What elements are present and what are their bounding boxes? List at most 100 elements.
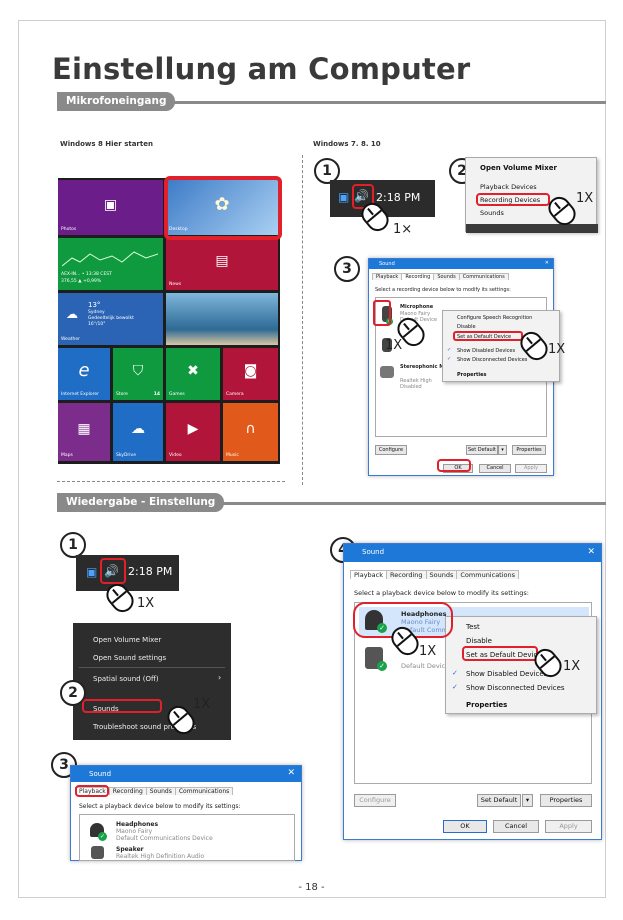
highlight-set-default — [453, 331, 523, 341]
menu-item-spatial-sound[interactable]: Spatial sound (Off) — [93, 675, 159, 683]
tab-playback[interactable]: Playback — [350, 570, 388, 579]
finance-text: 376,55 ▲ +0,99% — [61, 279, 102, 284]
dialog-instruction: Select a playback device below to modify… — [354, 589, 529, 597]
menu-item-volume-mixer[interactable]: Open Volume Mixer — [93, 636, 161, 644]
network-icon[interactable]: ▣ — [338, 190, 349, 204]
tile-label: Video — [169, 453, 182, 458]
tile-photos[interactable]: ▣ Photos — [58, 180, 163, 235]
menu-item-show-disconnected[interactable]: Show Disconnected Devices — [466, 684, 565, 692]
apply-button[interactable]: Apply — [515, 464, 547, 473]
close-icon[interactable]: ✕ — [545, 260, 549, 266]
dropdown-arrow-icon[interactable]: ▾ — [522, 794, 533, 807]
device-detail: Realtek High Definition Audio — [116, 853, 205, 860]
set-default-button[interactable]: Set Default — [466, 445, 498, 455]
menu-item-disable[interactable]: Disable — [466, 637, 492, 645]
device-name[interactable]: Speaker — [116, 846, 144, 853]
tile-finance[interactable]: AEX-IN... • 13:38 CEST 376,55 ▲ +0,99% — [58, 238, 163, 290]
device-name[interactable]: Microphone — [400, 304, 433, 310]
tile-music[interactable]: ∩ Music — [223, 403, 278, 461]
store-icon: ⛉ — [132, 363, 144, 380]
configure-button[interactable]: Configure — [375, 445, 407, 455]
highlight-sounds — [82, 699, 162, 713]
menu-item-test[interactable]: Test — [466, 623, 480, 631]
cancel-button[interactable]: Cancel — [493, 820, 539, 833]
store-badge: 14 — [153, 392, 160, 397]
tab-recording[interactable]: Recording — [108, 787, 147, 795]
configure-button[interactable]: Configure — [354, 794, 396, 807]
tab-sounds[interactable]: Sounds — [145, 787, 176, 795]
tile-landscape[interactable] — [166, 293, 278, 345]
page-number: - 18 - — [298, 882, 325, 893]
tile-label: News — [169, 282, 182, 287]
tile-news[interactable]: ▤ News — [166, 238, 278, 290]
tile-store[interactable]: ⛉ Store 14 — [113, 348, 163, 400]
tab-sounds[interactable]: Sounds — [433, 273, 460, 280]
highlight-playback-tab — [75, 785, 109, 797]
apply-button[interactable]: Apply — [545, 820, 592, 833]
tile-label: Music — [226, 453, 239, 458]
check-icon: ✓ — [452, 669, 458, 677]
properties-button[interactable]: Properties — [512, 445, 546, 455]
tab-communications[interactable]: Communications — [456, 570, 520, 579]
step-number: 3 — [334, 256, 360, 282]
highlight-microphone — [373, 300, 391, 326]
properties-button[interactable]: Properties — [540, 794, 592, 807]
cloud-icon: ☁ — [131, 421, 145, 438]
tile-ie[interactable]: e Internet Explorer — [58, 348, 110, 400]
tile-camera[interactable]: ◙ Camera — [223, 348, 278, 400]
finance-text: AEX-IN... • 13:38 CEST — [61, 272, 112, 277]
menu-item-show-disconnected[interactable]: Show Disconnected Devices — [457, 357, 527, 363]
weather-range: 16°/10° — [88, 322, 106, 327]
menu-item-sounds[interactable]: Sounds — [480, 209, 504, 217]
step-number: 2 — [60, 680, 86, 706]
tile-label: Store — [116, 392, 128, 397]
menu-item-show-disabled[interactable]: Show Disabled Devices — [457, 348, 515, 354]
tab-recording[interactable]: Recording — [386, 570, 427, 579]
network-icon[interactable]: ▣ — [86, 565, 97, 579]
tile-label: Photos — [61, 227, 77, 232]
win8-label: Windows 8 Hier starten — [60, 140, 153, 148]
cancel-button[interactable]: Cancel — [479, 464, 511, 473]
camera-icon: ◙ — [243, 363, 258, 380]
photos-icon: ▣ — [103, 196, 118, 213]
tile-video[interactable]: ▶ Video — [166, 403, 220, 461]
dialog-tabs: Playback Recording Sounds Communications — [372, 273, 509, 280]
section-playback: Wiedergabe - Einstellung — [57, 493, 225, 512]
tile-weather[interactable]: 13° Sydney Gedeeltelijk bewolkt 16°/10° … — [58, 293, 163, 345]
menu-item-playback-devices[interactable]: Playback Devices — [480, 183, 537, 191]
dialog-instruction: Select a recording device below to modif… — [375, 287, 511, 293]
tile-skydrive[interactable]: ☁ SkyDrive — [113, 403, 163, 461]
dialog-titlebar: Sound ✕ — [71, 766, 301, 782]
clock: 2:18 PM — [128, 565, 173, 578]
click-count: 1X — [576, 191, 594, 206]
set-default-button[interactable]: Set Default — [477, 794, 521, 807]
cloud-icon: ☁ — [66, 307, 78, 321]
menu-item-disable[interactable]: Disable — [457, 324, 476, 330]
menu-item-volume-mixer[interactable]: Open Volume Mixer — [480, 164, 557, 172]
tile-games[interactable]: ✖ Games — [166, 348, 220, 400]
ok-button[interactable]: OK — [443, 820, 487, 833]
taskbar: ▣ 🔊 2:18 PM — [76, 555, 179, 591]
divider — [302, 155, 303, 485]
dropdown-arrow-icon[interactable]: ▾ — [498, 445, 507, 455]
tab-sounds[interactable]: Sounds — [425, 570, 458, 579]
tile-maps[interactable]: ▦ Maps — [58, 403, 110, 461]
device-detail: Maono Fairy — [116, 828, 153, 835]
device-detail: Default Devic — [401, 662, 446, 670]
menu-item-show-disabled[interactable]: Show Disabled Devices — [466, 670, 547, 678]
close-icon[interactable]: ✕ — [587, 547, 595, 557]
win10-volume-menu: Open Volume Mixer Open Sound settings Sp… — [73, 623, 231, 740]
device-name[interactable]: Headphones — [116, 821, 158, 828]
tab-communications[interactable]: Communications — [458, 273, 509, 280]
menu-item-sound-settings[interactable]: Open Sound settings — [93, 654, 166, 662]
tab-recording[interactable]: Recording — [401, 273, 435, 280]
highlight-speaker — [100, 558, 126, 584]
menu-item-speech[interactable]: Configure Speech Recognition — [457, 315, 532, 321]
tab-playback[interactable]: Playback — [372, 273, 403, 280]
dialog-title: Sound — [89, 770, 112, 778]
menu-item-properties[interactable]: Properties — [457, 372, 486, 378]
tab-communications[interactable]: Communications — [174, 787, 234, 795]
highlight-ok — [437, 459, 471, 472]
close-icon[interactable]: ✕ — [287, 768, 295, 778]
menu-item-properties[interactable]: Properties — [466, 701, 507, 709]
